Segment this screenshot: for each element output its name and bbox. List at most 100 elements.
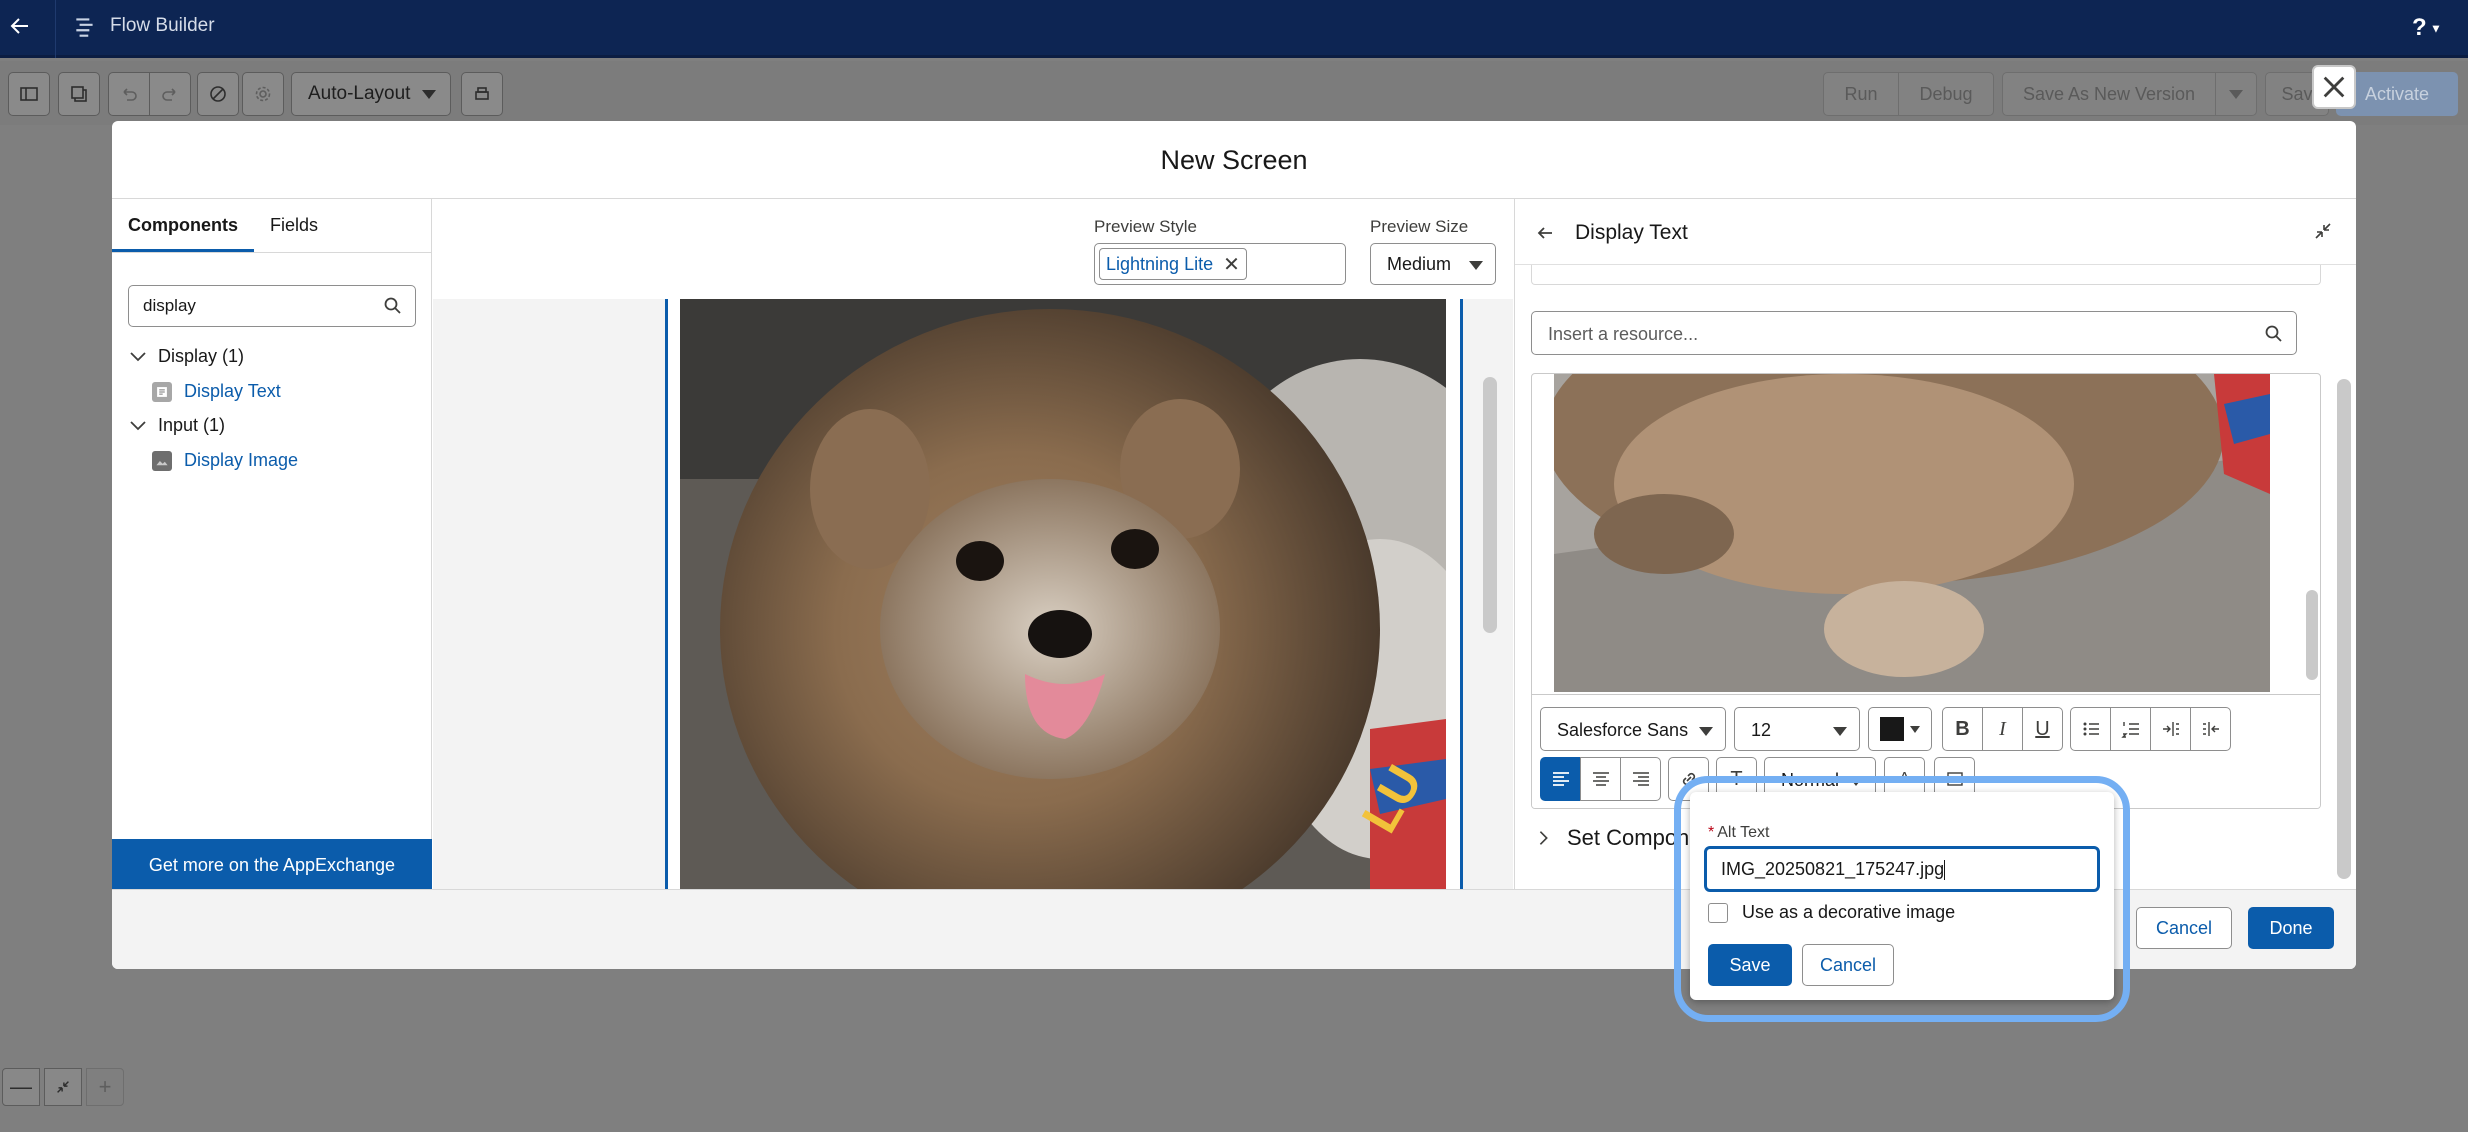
properties-header: Display Text	[1515, 199, 2356, 265]
text-component-icon	[152, 381, 172, 402]
bullet-list-button[interactable]	[2070, 707, 2111, 751]
back-arrow-icon[interactable]	[8, 14, 38, 44]
component-search-input[interactable]: display	[128, 285, 416, 327]
copy-icon	[71, 86, 87, 102]
bold-button[interactable]: B	[1942, 707, 1983, 751]
global-header: Flow Builder ? ▼	[0, 0, 2468, 58]
run-button[interactable]: Run	[1823, 72, 1899, 116]
alt-text-value: IMG_20250821_175247.jpg	[1721, 859, 1945, 879]
copy-button[interactable]	[58, 72, 100, 116]
search-icon	[384, 297, 401, 314]
print-button[interactable]	[461, 72, 503, 116]
dog-photo-image: LU	[680, 299, 1446, 889]
panel-tabs: Components Fields	[112, 199, 432, 253]
font-family-select[interactable]: Salesforce Sans	[1540, 707, 1726, 751]
tree-item-display-image[interactable]: Display Image	[152, 450, 298, 471]
help-glyph: ?	[2412, 14, 2427, 41]
chevron-down-icon	[1699, 727, 1713, 736]
gear-icon	[255, 86, 271, 102]
back-arrow-icon[interactable]	[1535, 223, 1555, 243]
screen-canvas: Preview Style Lightning Lite ✕ Preview S…	[433, 199, 1513, 889]
alt-text-input[interactable]: IMG_20250821_175247.jpg	[1704, 846, 2100, 892]
chevron-down-icon	[1910, 725, 1920, 733]
checkbox-box[interactable]	[1708, 902, 1728, 923]
save-menu-button[interactable]	[2215, 72, 2257, 116]
alt-save-button[interactable]: Save	[1708, 944, 1792, 986]
flow-builder-logo-icon	[72, 14, 98, 40]
settings-button[interactable]	[242, 72, 284, 116]
preview-style-input[interactable]: Lightning Lite ✕	[1094, 243, 1346, 285]
align-left-button[interactable]	[1540, 757, 1581, 801]
save-as-new-version-button[interactable]: Save As New Version	[2002, 72, 2216, 116]
redo-button[interactable]	[149, 72, 191, 116]
align-right-button[interactable]	[1620, 757, 1661, 801]
preview-style-label: Preview Style	[1094, 217, 1197, 236]
close-icon	[2323, 76, 2345, 98]
zoom-out-button[interactable]: —	[2, 1068, 40, 1106]
tab-components[interactable]: Components	[128, 215, 238, 236]
font-family-value: Salesforce Sans	[1557, 720, 1689, 740]
collapse-icon[interactable]	[2313, 221, 2333, 241]
italic-icon: I	[1999, 717, 2006, 740]
outdent-icon	[2202, 722, 2219, 736]
done-button[interactable]: Done	[2248, 907, 2334, 949]
tree-group-input[interactable]: Input (1)	[128, 415, 225, 436]
search-icon	[2265, 325, 2282, 342]
tree-item-label: Display Image	[184, 450, 299, 470]
layout-select[interactable]: Auto-Layout	[291, 72, 451, 116]
required-asterisk: *	[1708, 824, 1715, 841]
chevron-down-icon	[2229, 89, 2243, 99]
underline-icon: U	[2035, 717, 2050, 740]
close-modal-button[interactable]	[2312, 65, 2356, 109]
font-size-select[interactable]: 12	[1734, 707, 1860, 751]
rich-text-editor[interactable]: Salesforce Sans 12 B I U T Normal A	[1531, 373, 2321, 809]
toggle-toolbox-button[interactable]	[8, 72, 50, 116]
text-color-button[interactable]	[1868, 707, 1932, 751]
cancel-button[interactable]: Cancel	[2136, 907, 2232, 949]
tree-group-label: Display (1)	[158, 346, 245, 366]
italic-button[interactable]: I	[1982, 707, 2023, 751]
zoom-in-button[interactable]: +	[86, 1068, 124, 1106]
numbered-list-button[interactable]	[2110, 707, 2151, 751]
canvas-scrollbar[interactable]	[1483, 377, 1497, 633]
help-menu-icon[interactable]: ? ▼	[2412, 14, 2442, 42]
header-divider	[55, 0, 56, 58]
preview-style-pill: Lightning Lite ✕	[1099, 248, 1247, 280]
fit-view-button[interactable]	[44, 1068, 82, 1106]
properties-scrollbar[interactable]	[2337, 379, 2351, 879]
preview-size-label: Preview Size	[1370, 217, 1469, 236]
preview-size-select[interactable]: Medium	[1370, 243, 1496, 285]
align-center-button[interactable]	[1580, 757, 1621, 801]
printer-icon	[475, 87, 489, 100]
underline-button[interactable]: U	[2022, 707, 2063, 751]
errors-button[interactable]	[197, 72, 239, 116]
remove-pill-icon[interactable]: ✕	[1223, 252, 1240, 277]
text-cursor	[1944, 860, 1946, 881]
outdent-button[interactable]	[2190, 707, 2231, 751]
tab-fields[interactable]: Fields	[270, 215, 318, 236]
decorative-image-label: Use as a decorative image	[1742, 902, 1956, 922]
debug-button[interactable]: Debug	[1898, 72, 1994, 116]
search-input-value: display	[143, 296, 196, 315]
insert-resource-input[interactable]: Insert a resource...	[1531, 311, 2297, 355]
tree-item-display-text[interactable]: Display Text	[152, 381, 281, 402]
plus-icon: +	[98, 1074, 112, 1099]
indent-button[interactable]	[2150, 707, 2191, 751]
undo-button[interactable]	[108, 72, 150, 116]
chevron-down-icon	[1469, 261, 1483, 270]
tree-group-display[interactable]: Display (1)	[128, 346, 244, 367]
appexchange-button[interactable]: Get more on the AppExchange	[112, 839, 432, 891]
chevron-down-icon	[422, 89, 436, 99]
editor-dog-image[interactable]	[1554, 374, 2270, 692]
minus-icon: —	[10, 1074, 32, 1099]
font-size-value: 12	[1751, 720, 1772, 740]
numbered-list-icon	[2120, 722, 2139, 738]
active-tab-indicator	[112, 249, 254, 252]
insert-resource-placeholder: Insert a resource...	[1548, 324, 1699, 344]
decorative-image-checkbox[interactable]: Use as a decorative image	[1708, 902, 1955, 923]
components-panel: Components Fields display Display (1) Di…	[112, 199, 432, 891]
editor-scrollbar[interactable]	[2306, 590, 2318, 680]
alt-cancel-button[interactable]: Cancel	[1802, 944, 1894, 986]
alt-text-popover: * Alt Text IMG_20250821_175247.jpg Use as…	[1690, 792, 2114, 1000]
layout-select-value: Auto-Layout	[308, 83, 411, 104]
